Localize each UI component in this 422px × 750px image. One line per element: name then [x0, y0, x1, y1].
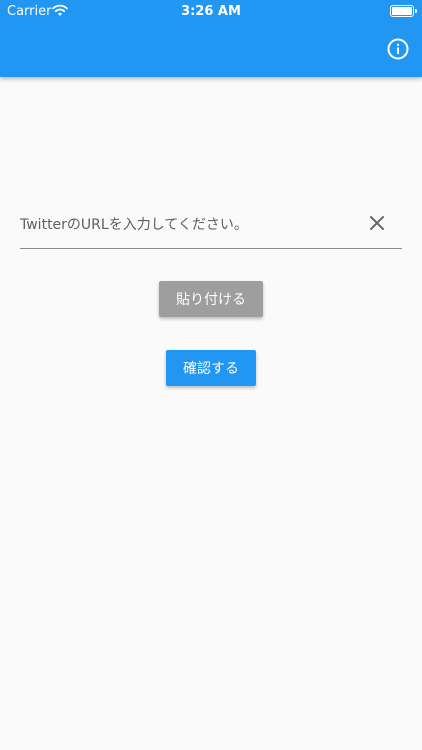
url-input[interactable]	[20, 212, 350, 238]
confirm-button[interactable]: 確認する	[166, 350, 256, 386]
url-field	[20, 200, 402, 249]
close-icon[interactable]	[368, 214, 386, 232]
info-icon[interactable]	[387, 38, 409, 60]
app-bar: Carrier 3:26 AM	[0, 0, 422, 77]
paste-button[interactable]: 貼り付ける	[159, 281, 263, 317]
status-bar: Carrier 3:26 AM	[0, 0, 422, 24]
status-time: 3:26 AM	[181, 4, 241, 19]
battery-icon	[390, 5, 417, 17]
